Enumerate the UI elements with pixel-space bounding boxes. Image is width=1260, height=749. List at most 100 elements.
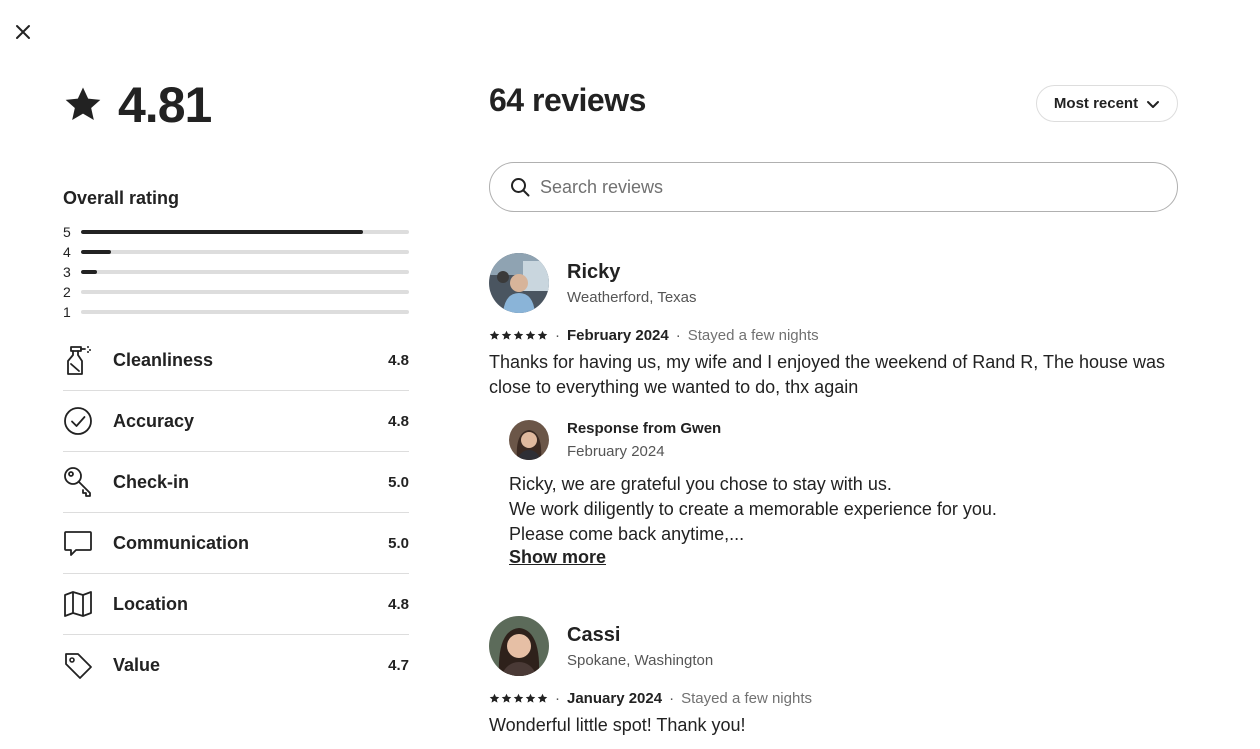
response-line: We work diligently to create a memorable… [509, 499, 997, 519]
review-date: February 2024 [567, 327, 669, 344]
host-avatar[interactable] [509, 420, 549, 460]
category-ratings: Cleanliness 4.8 Accuracy 4.8 Check-in 5.… [63, 330, 409, 696]
rating-distribution: 5 4 3 2 1 [63, 222, 409, 322]
star-icon [501, 330, 512, 340]
distribution-label: 4 [63, 244, 71, 260]
category-value: 4.7 [388, 657, 409, 674]
separator-dot: · [555, 327, 560, 344]
star-icon [525, 693, 536, 703]
avatar[interactable] [489, 616, 549, 676]
separator-dot: · [555, 690, 560, 707]
host-response: Response from Gwen February 2024 Ricky, … [509, 420, 1178, 568]
review-meta: · February 2024 · Stayed a few nights [489, 327, 1178, 344]
star-icon [513, 330, 524, 340]
star-icon [525, 330, 536, 340]
category-check-in: Check-in 5.0 [63, 452, 409, 513]
search-box[interactable] [489, 162, 1178, 212]
key-icon [63, 466, 93, 498]
overall-score: 4.81 [63, 76, 212, 134]
distribution-row: 5 [63, 222, 409, 242]
category-location: Location 4.8 [63, 574, 409, 635]
category-accuracy: Accuracy 4.8 [63, 391, 409, 452]
category-value: 4.8 [388, 595, 409, 613]
stay-length: Stayed a few nights [681, 690, 812, 707]
review-header: Ricky Weatherford, Texas [489, 253, 1178, 313]
response-date: February 2024 [567, 443, 665, 460]
reviewer-name: Cassi [567, 623, 621, 646]
distribution-track [81, 230, 409, 234]
distribution-label: 5 [63, 224, 71, 240]
distribution-label: 2 [63, 284, 71, 300]
category-communication: Communication 5.0 [63, 513, 409, 574]
check-circle-icon [63, 405, 93, 437]
category-label: Communication [113, 532, 250, 553]
star-icon [489, 693, 500, 703]
category-cleanliness: Cleanliness 4.8 [63, 330, 409, 391]
stay-length: Stayed a few nights [687, 327, 819, 344]
search-icon [511, 178, 530, 197]
chat-bubble-icon [63, 527, 93, 559]
distribution-row: 3 [63, 262, 409, 282]
category-label: Cleanliness [113, 349, 214, 370]
close-icon [16, 25, 30, 39]
overall-rating-title: Overall rating [63, 188, 180, 208]
show-more-link[interactable]: Show more [509, 547, 606, 568]
reviewer-location: Spokane, Washington [567, 651, 714, 669]
category-value: 5.0 [388, 473, 409, 491]
map-icon [63, 588, 93, 620]
separator-dot: · [669, 690, 675, 707]
distribution-row: 1 [63, 302, 409, 322]
distribution-track [81, 290, 409, 294]
distribution-row: 4 [63, 242, 409, 262]
distribution-track [81, 250, 409, 254]
star-icon [489, 330, 500, 340]
avatar[interactable] [489, 253, 549, 313]
category-value: 5.0 [388, 534, 409, 552]
review-text: Wonderful little spot! Thank you! [489, 715, 746, 735]
response-author: Response from Gwen [567, 420, 722, 437]
tag-icon [63, 650, 93, 682]
category-value: 4.8 [388, 351, 409, 369]
distribution-fill [81, 270, 98, 274]
category-label: Check-in [113, 471, 190, 492]
reviewer-name: Ricky [567, 260, 621, 283]
review-item: Ricky Weatherford, Texas · February 2024… [489, 253, 1178, 568]
category-label: Location [113, 593, 188, 614]
spray-bottle-icon [63, 344, 93, 376]
response-line: Ricky, we are grateful you chose to stay… [509, 474, 892, 494]
chevron-down-icon [1147, 100, 1160, 108]
distribution-track [81, 310, 409, 314]
distribution-row: 2 [63, 282, 409, 302]
category-value: 4.8 [388, 412, 409, 430]
separator-dot: · [675, 327, 681, 344]
star-rating [489, 693, 548, 704]
score-value: 4.81 [118, 77, 212, 133]
distribution-fill [81, 250, 111, 254]
star-icon [501, 693, 512, 703]
review-item: Cassi Spokane, Washington · January 2024… [489, 616, 1178, 738]
sort-label: Most recent [1053, 95, 1139, 112]
response-line: Please come back anytime,... [509, 524, 745, 544]
reviews-count-title: 64 reviews [489, 82, 646, 118]
review-header: Cassi Spokane, Washington [489, 616, 1178, 676]
close-button[interactable] [12, 21, 34, 43]
distribution-label: 1 [63, 304, 71, 320]
distribution-label: 3 [63, 264, 71, 280]
response-text: Ricky, we are grateful you chose to stay… [509, 472, 1178, 547]
review-text: Thanks for having us, my wife and I enjo… [489, 352, 1166, 397]
category-label: Value [113, 655, 161, 675]
category-value: Value 4.7 [63, 635, 409, 696]
star-rating [489, 330, 548, 341]
search-input[interactable] [540, 176, 1140, 198]
sort-dropdown[interactable]: Most recent [1036, 85, 1178, 122]
star-icon [65, 87, 101, 120]
star-icon [537, 693, 548, 703]
review-meta: · January 2024 · Stayed a few nights [489, 690, 1178, 707]
star-icon [537, 330, 548, 340]
distribution-track [81, 270, 409, 274]
distribution-fill [81, 230, 364, 234]
reviewer-location: Weatherford, Texas [567, 288, 697, 306]
review-date: January 2024 [567, 690, 663, 707]
category-label: Accuracy [113, 410, 195, 431]
star-icon [513, 693, 524, 703]
